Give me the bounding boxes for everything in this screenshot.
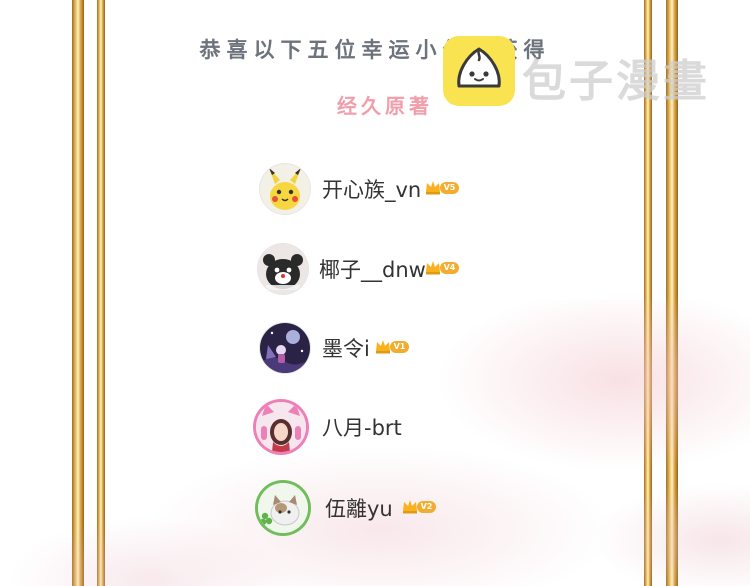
vip-badge: V4 [424,258,460,278]
clover-frame-cat-avatar-icon[interactable] [258,483,308,533]
cartoon-bear-avatar-icon[interactable] [258,244,308,294]
vip-level: V5 [440,182,459,194]
winner-row-1[interactable]: 开心族_vn V5 [260,164,480,218]
vip-level: V2 [417,501,436,513]
winner-username: 开心族_vn [322,178,422,202]
vip-badge: V5 [424,178,460,198]
winner-row-2[interactable]: 椰子__dnw V4 [258,244,478,298]
winner-username: 伍離yu [325,497,393,521]
vip-level: V1 [390,341,409,353]
winner-row-4[interactable]: 八月-brt [256,402,436,456]
winner-row-3[interactable]: 墨令i V1 [260,323,460,377]
winner-username: 椰子__dnw [319,258,426,282]
vip-badge: V2 [401,497,437,517]
vip-badge: V1 [374,337,410,357]
cat-ear-headphones-avatar-icon[interactable] [256,402,306,452]
winners-list: 开心族_vn V5 椰子__dnw V4 墨令i V1 八月-brt 伍離yu … [0,0,750,586]
winner-username: 墨令i [322,337,370,361]
winner-username: 八月-brt [322,416,402,440]
pikachu-avatar-icon[interactable] [260,164,310,214]
vip-level: V4 [440,262,459,274]
night-scene-avatar-icon[interactable] [260,323,310,373]
winner-row-5[interactable]: 伍離yu V2 [258,483,458,537]
